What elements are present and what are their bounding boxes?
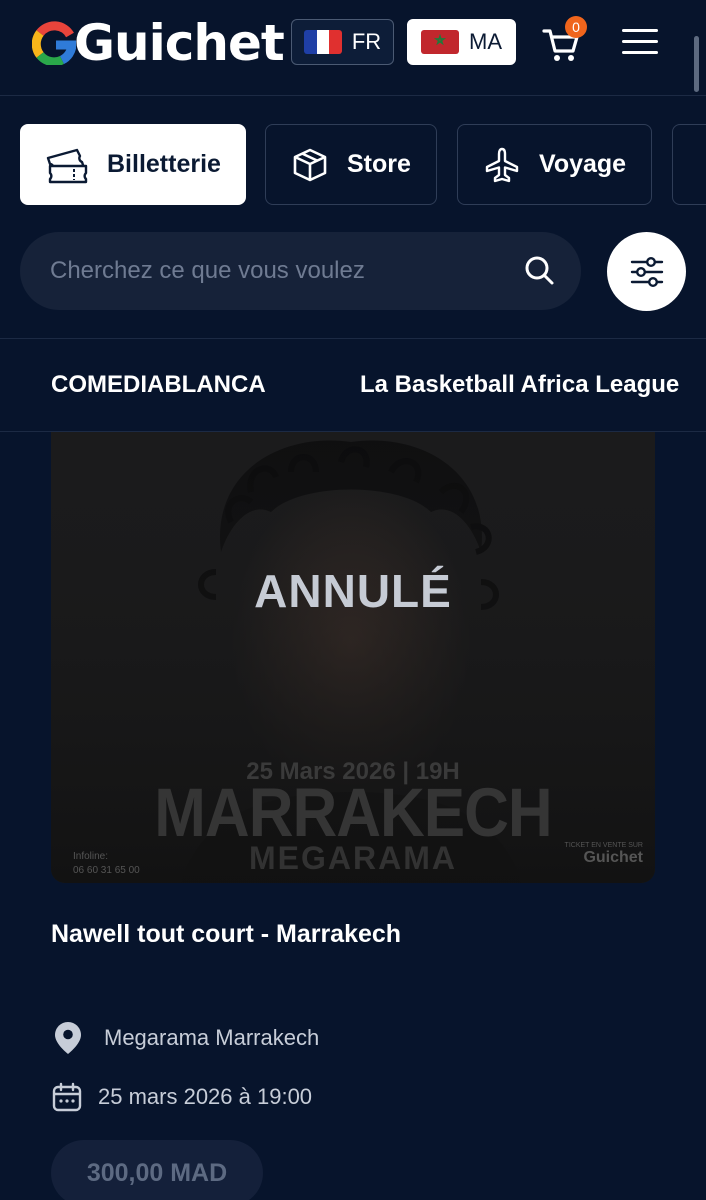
country-button[interactable]: MA [407, 19, 516, 65]
poster-infoline: Infoline: 06 60 31 65 00 [73, 850, 140, 878]
search-bar [20, 232, 581, 310]
tab-store[interactable]: Store [265, 124, 437, 205]
tab-billetterie[interactable]: Billetterie [20, 124, 246, 205]
sliders-icon [630, 256, 663, 287]
poster-brand: TICKET EN VENTE SUR Guichet [565, 842, 643, 867]
event-price[interactable]: 300,00 MAD [51, 1140, 263, 1200]
menu-icon[interactable] [622, 29, 658, 57]
event-venue: Megarama Marrakech [104, 1025, 320, 1050]
poster-infoline-number: 06 60 31 65 00 [73, 865, 140, 876]
search-input[interactable] [50, 257, 510, 285]
box-icon [293, 148, 327, 181]
top-header: Guichet FR MA 0 [0, 0, 706, 96]
poster-infoline-label: Infoline: [73, 851, 109, 862]
france-flag-icon [303, 30, 342, 54]
event-title[interactable]: Nawell tout court - Marrakech [51, 920, 401, 949]
poster-brand-caption: TICKET EN VENTE SUR [564, 842, 643, 849]
morocco-flag-icon [421, 30, 459, 54]
tab-billetterie-label: Billetterie [107, 150, 221, 178]
tab-more[interactable] [672, 124, 706, 205]
poster-brand-name: Guichet [583, 849, 643, 866]
country-label: MA [469, 29, 502, 54]
calendar-icon [52, 1082, 82, 1112]
language-label: FR [351, 29, 382, 54]
cancelled-label: ANNULÉ [254, 565, 452, 617]
plane-icon [485, 147, 519, 182]
filter-button[interactable] [607, 232, 686, 311]
language-button[interactable]: FR [291, 19, 394, 65]
ticket-icon [46, 148, 88, 183]
logo-text: Guichet [74, 14, 285, 72]
featured-item-basketball-africa-league[interactable]: La Basketball Africa League [360, 371, 679, 399]
scrollbar[interactable] [694, 36, 699, 92]
event-poster[interactable]: ANNULÉ 25 Mars 2026 | 19H MARRAKECH MEGA… [51, 432, 655, 883]
featured-strip: COMEDIABLANCA La Basketball Africa Leagu… [0, 338, 706, 432]
cart-count-badge: 0 [565, 16, 587, 38]
location-pin-icon [55, 1022, 81, 1054]
guichet-logo[interactable]: Guichet [32, 14, 285, 72]
event-date-row: 25 mars 2026 à 19:00 [52, 1082, 312, 1112]
search-icon[interactable] [523, 254, 555, 286]
tab-voyage-label: Voyage [539, 150, 627, 178]
logo-g-icon [32, 21, 76, 65]
tab-store-label: Store [347, 150, 411, 178]
event-date: 25 mars 2026 à 19:00 [98, 1084, 313, 1109]
tab-voyage[interactable]: Voyage [457, 124, 652, 205]
event-venue-row: Megarama Marrakech [54, 1021, 319, 1055]
featured-item-comediablanca[interactable]: COMEDIABLANCA [51, 371, 266, 399]
